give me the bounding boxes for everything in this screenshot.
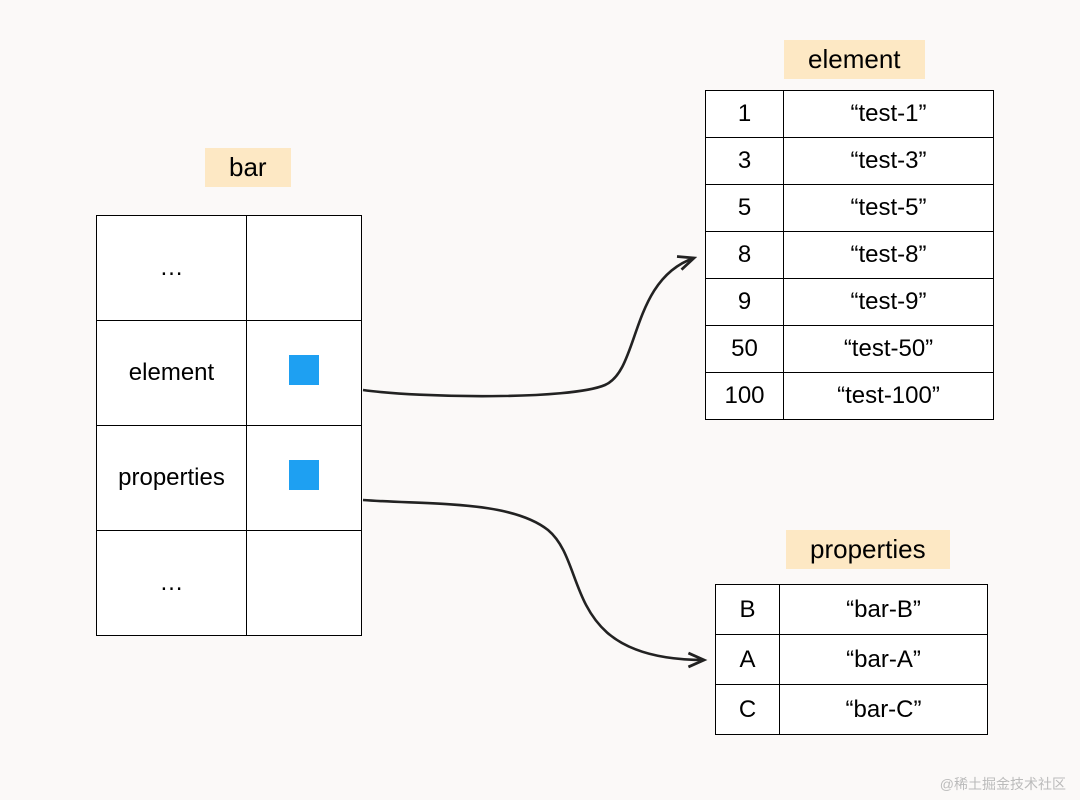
element-title-label: element xyxy=(784,40,925,79)
element-key-cell: 5 xyxy=(706,185,784,232)
table-row: properties xyxy=(97,426,362,531)
element-key-cell: 9 xyxy=(706,279,784,326)
table-row: element xyxy=(97,321,362,426)
properties-key-cell: C xyxy=(716,685,780,735)
bar-value-cell xyxy=(247,321,362,426)
element-value-cell: “test-50” xyxy=(784,326,994,373)
bar-table: … element properties … xyxy=(96,215,362,636)
bar-key-cell: properties xyxy=(97,426,247,531)
element-key-cell: 50 xyxy=(706,326,784,373)
table-row: 5“test-5” xyxy=(706,185,994,232)
element-key-cell: 8 xyxy=(706,232,784,279)
table-row: A“bar-A” xyxy=(716,635,988,685)
table-row: 50“test-50” xyxy=(706,326,994,373)
element-key-cell: 3 xyxy=(706,138,784,185)
table-row: … xyxy=(97,216,362,321)
element-key-cell: 1 xyxy=(706,91,784,138)
pointer-icon xyxy=(289,355,319,385)
properties-key-cell: B xyxy=(716,585,780,635)
table-row: 8“test-8” xyxy=(706,232,994,279)
table-row: 3“test-3” xyxy=(706,138,994,185)
table-row: 100“test-100” xyxy=(706,373,994,420)
table-row: C“bar-C” xyxy=(716,685,988,735)
bar-key-cell: element xyxy=(97,321,247,426)
bar-title-label: bar xyxy=(205,148,291,187)
element-value-cell: “test-5” xyxy=(784,185,994,232)
watermark-text: @稀土掘金技术社区 xyxy=(940,774,1066,794)
bar-value-cell xyxy=(247,216,362,321)
properties-value-cell: “bar-C” xyxy=(780,685,988,735)
table-row: … xyxy=(97,531,362,636)
bar-value-cell xyxy=(247,531,362,636)
bar-key-cell: … xyxy=(97,531,247,636)
bar-value-cell xyxy=(247,426,362,531)
table-row: B“bar-B” xyxy=(716,585,988,635)
properties-table: B“bar-B” A“bar-A” C“bar-C” xyxy=(715,584,988,735)
element-value-cell: “test-9” xyxy=(784,279,994,326)
element-key-cell: 100 xyxy=(706,373,784,420)
pointer-icon xyxy=(289,460,319,490)
bar-key-cell: … xyxy=(97,216,247,321)
element-value-cell: “test-1” xyxy=(784,91,994,138)
properties-value-cell: “bar-A” xyxy=(780,635,988,685)
element-value-cell: “test-3” xyxy=(784,138,994,185)
element-value-cell: “test-100” xyxy=(784,373,994,420)
table-row: 9“test-9” xyxy=(706,279,994,326)
element-value-cell: “test-8” xyxy=(784,232,994,279)
properties-key-cell: A xyxy=(716,635,780,685)
table-row: 1“test-1” xyxy=(706,91,994,138)
properties-title-label: properties xyxy=(786,530,950,569)
element-table: 1“test-1” 3“test-3” 5“test-5” 8“test-8” … xyxy=(705,90,994,420)
properties-value-cell: “bar-B” xyxy=(780,585,988,635)
